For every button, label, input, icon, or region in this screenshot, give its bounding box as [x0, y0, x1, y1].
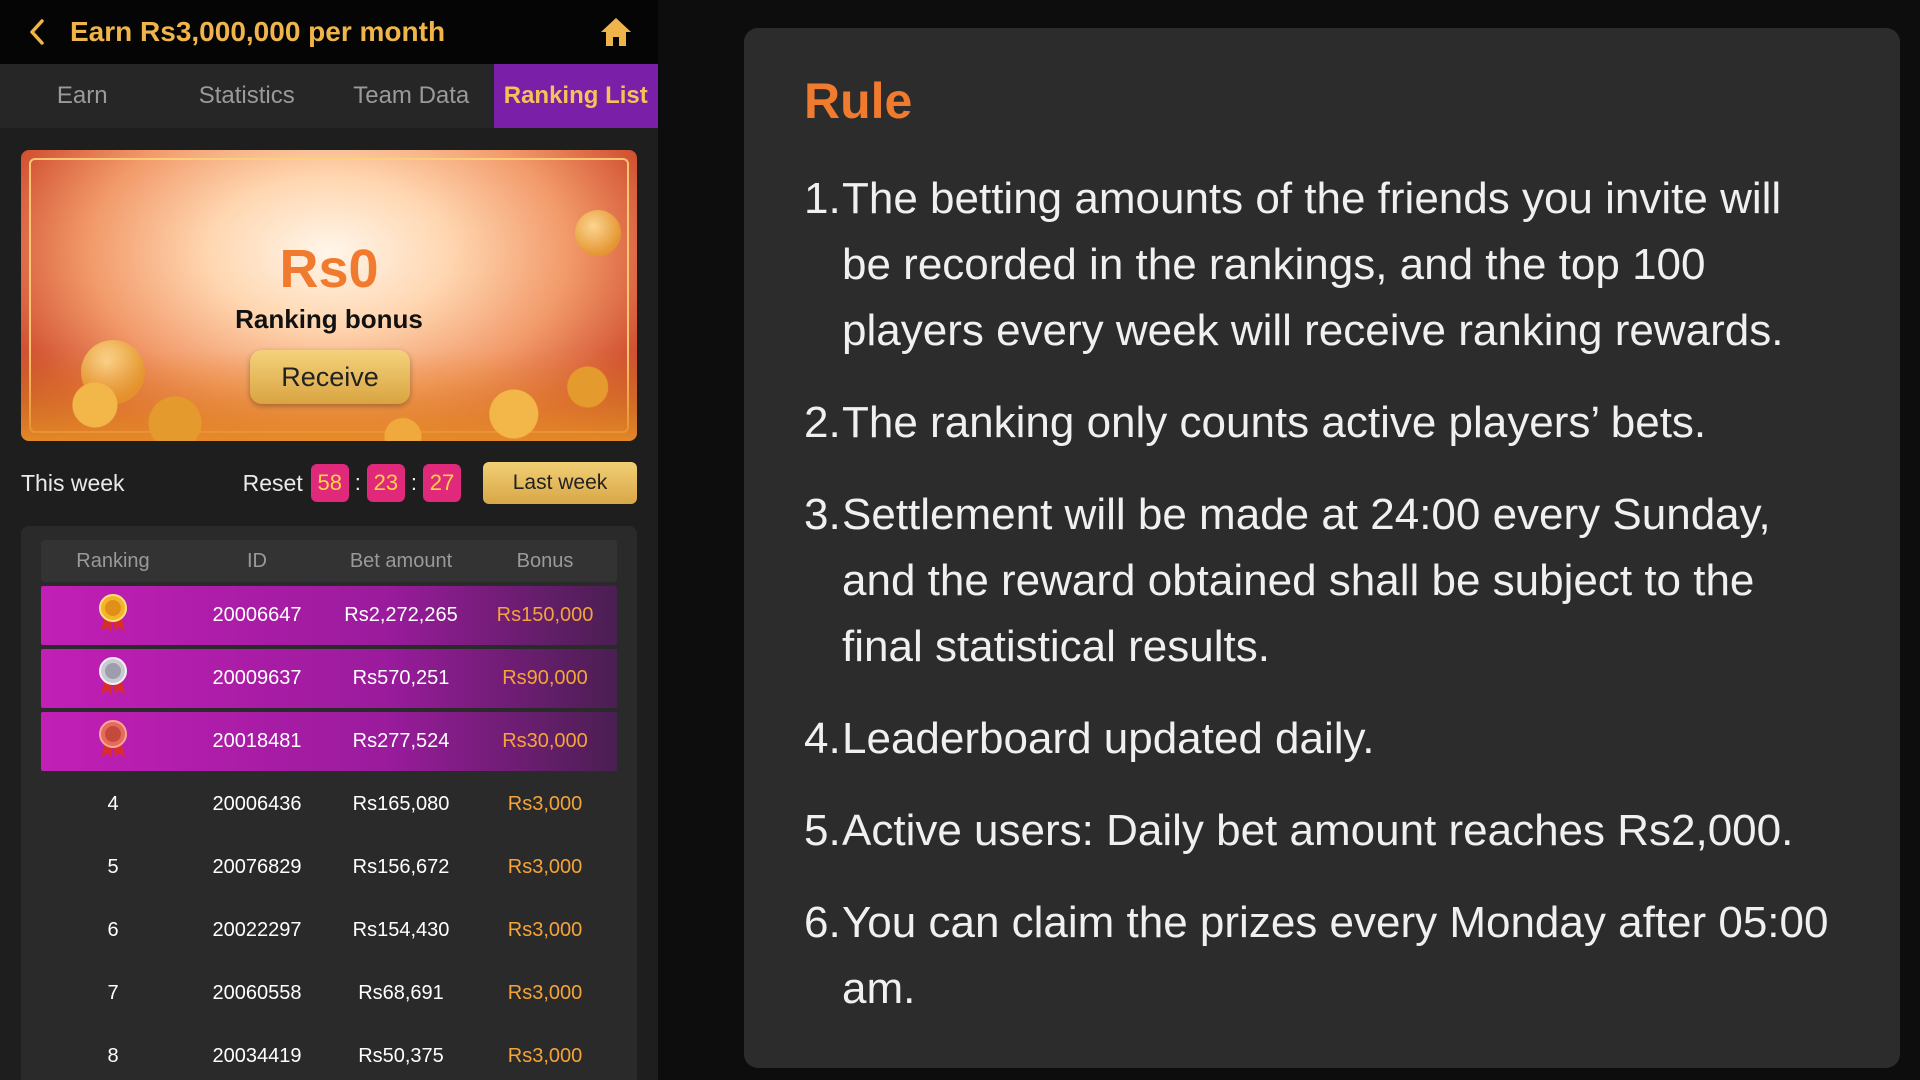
rule-number: 5.: [804, 806, 841, 855]
table-header: Ranking ID Bet amount Bonus: [41, 540, 617, 582]
last-week-button[interactable]: Last week: [483, 462, 637, 504]
ranking-bonus-banner: Rs0 Ranking bonus Receive: [21, 150, 637, 441]
reset-label: Reset: [242, 469, 303, 496]
rank-cell: [41, 656, 185, 702]
bonus-cell: Rs150,000: [496, 604, 594, 626]
gold-medal-icon: [96, 593, 130, 633]
bonus-cell: Rs90,000: [502, 667, 588, 689]
column-header: ID: [247, 549, 267, 572]
divider: [658, 0, 698, 1080]
rule-title: Rule: [804, 73, 913, 129]
bonus-cell: Rs30,000: [502, 730, 588, 752]
tab-team-data[interactable]: Team Data: [329, 64, 494, 128]
page-title: Earn Rs3,000,000 per month: [70, 16, 446, 47]
table-row: 7 20060558 Rs68,691 Rs3,000: [41, 964, 617, 1023]
id-cell: 20060558: [212, 982, 302, 1004]
rule-item: 4. Leaderboard updated daily.: [804, 706, 1840, 772]
timer-separator: :: [410, 470, 417, 495]
bonus-cell: Rs3,000: [507, 982, 583, 1004]
bronze-medal-icon: [96, 719, 130, 759]
bonus-cell: Rs3,000: [507, 793, 583, 815]
rule-text: Leaderboard updated daily.: [842, 714, 1375, 763]
id-cell: 20034419: [212, 1045, 302, 1067]
rule-number: 3.: [804, 490, 841, 539]
rule-item: 5. Active users: Daily bet amount reache…: [804, 798, 1840, 864]
tab-bar: Earn Statistics Team Data Ranking List: [0, 64, 658, 128]
bet-cell: Rs570,251: [352, 667, 450, 689]
rule-item: 6. You can claim the prizes every Monday…: [804, 890, 1840, 1022]
column-header: Bonus: [516, 549, 574, 572]
rule-panel: Rule 1. The betting amounts of the frien…: [744, 28, 1900, 1068]
rule-item: 2. The ranking only counts active player…: [804, 390, 1840, 456]
column-header: Ranking: [76, 549, 150, 572]
table-row: 8 20034419 Rs50,375 Rs3,000: [41, 1027, 617, 1080]
home-icon: [601, 18, 631, 46]
id-cell: 20018481: [212, 730, 302, 752]
id-cell: 20006647: [212, 604, 302, 626]
bonus-label: Ranking bonus: [235, 304, 423, 334]
table-row: 4 20006436 Rs165,080 Rs3,000: [41, 775, 617, 834]
table-row: 20018481 Rs277,524 Rs30,000: [41, 712, 617, 771]
timer-separator: :: [354, 470, 361, 495]
rule-text: Settlement will be made at 24:00 every S…: [842, 490, 1771, 671]
back-button[interactable]: [22, 12, 52, 52]
tab-statistics[interactable]: Statistics: [165, 64, 330, 128]
id-cell: 20076829: [212, 856, 302, 878]
id-cell: 20009637: [212, 667, 302, 689]
bet-cell: Rs156,672: [352, 856, 450, 878]
table-row: 20009637 Rs570,251 Rs90,000: [41, 649, 617, 708]
id-cell: 20022297: [212, 919, 302, 941]
tab-ranking-list[interactable]: Ranking List: [493, 64, 658, 128]
rule-number: 1.: [804, 174, 841, 223]
rank-cell: [41, 719, 185, 765]
rule-item: 3. Settlement will be made at 24:00 ever…: [804, 482, 1840, 680]
rank-cell: [41, 593, 185, 639]
rule-text: You can claim the prizes every Monday af…: [842, 898, 1829, 1013]
bonus-cell: Rs3,000: [507, 1045, 583, 1067]
home-button[interactable]: [596, 12, 636, 52]
top-bar: Earn Rs3,000,000 per month: [0, 0, 658, 64]
bet-cell: Rs68,691: [358, 982, 444, 1004]
rule-text: Active users: Daily bet amount reaches R…: [842, 806, 1794, 855]
rank-cell: 8: [107, 1045, 119, 1067]
rank-cell: 5: [107, 856, 119, 878]
table-row: 6 20022297 Rs154,430 Rs3,000: [41, 901, 617, 960]
table-row: 20006647 Rs2,272,265 Rs150,000: [41, 586, 617, 645]
table-row: 5 20076829 Rs156,672 Rs3,000: [41, 838, 617, 897]
week-row: This week Reset 58 : 23 : 27 Last week: [21, 462, 637, 504]
coin-decoration: [81, 340, 145, 404]
ranking-table: Ranking ID Bet amount Bonus 20006647 Rs2…: [21, 526, 637, 1080]
bet-cell: Rs277,524: [352, 730, 450, 752]
rule-number: 6.: [804, 898, 841, 947]
timer-box: 58: [310, 464, 349, 502]
rank-cell: 4: [107, 793, 119, 815]
rule-text: The ranking only counts active players’ …: [842, 398, 1707, 447]
bet-cell: Rs154,430: [352, 919, 450, 941]
app-panel: Earn Rs3,000,000 per month Earn Statisti…: [0, 0, 658, 1080]
screen: Earn Rs3,000,000 per month Earn Statisti…: [0, 0, 1920, 1080]
bet-cell: Rs50,375: [358, 1045, 444, 1067]
column-header: Bet amount: [349, 549, 453, 572]
rule-text: The betting amounts of the friends you i…: [842, 174, 1784, 355]
this-week-label: This week: [21, 469, 125, 496]
rank-cell: 7: [107, 982, 119, 1004]
bonus-cell: Rs3,000: [507, 919, 583, 941]
bonus-amount: Rs0: [279, 239, 379, 299]
silver-medal-icon: [96, 656, 130, 696]
bet-cell: Rs2,272,265: [344, 604, 458, 626]
chevron-left-icon: [30, 19, 44, 45]
bet-cell: Rs165,080: [352, 793, 450, 815]
receive-button[interactable]: Receive: [250, 350, 410, 404]
bonus-cell: Rs3,000: [507, 856, 583, 878]
timer-box: 27: [423, 464, 461, 502]
rule-number: 2.: [804, 398, 841, 447]
rank-cell: 6: [107, 919, 119, 941]
timer-box: 23: [366, 464, 405, 502]
rule-number: 4.: [804, 714, 841, 763]
tab-earn[interactable]: Earn: [0, 64, 165, 128]
rule-item: 1. The betting amounts of the friends yo…: [804, 166, 1840, 364]
id-cell: 20006436: [212, 793, 302, 815]
